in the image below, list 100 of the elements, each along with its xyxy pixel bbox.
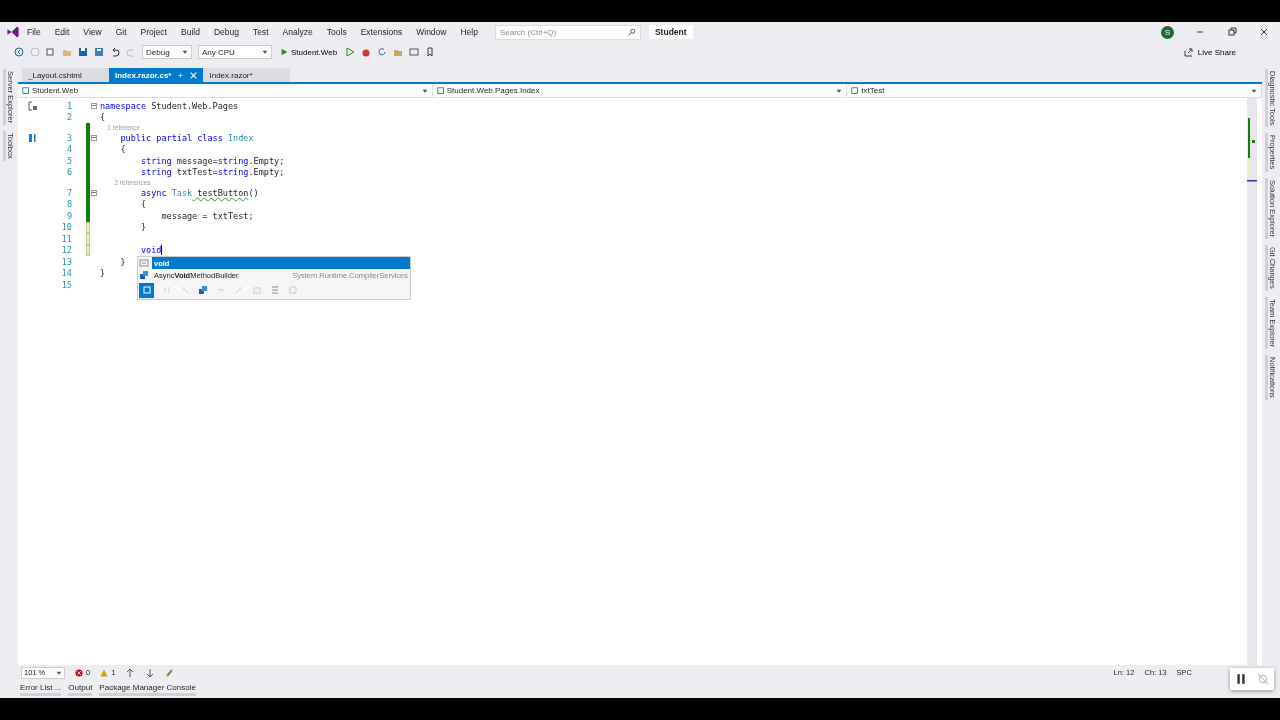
- live-share-button[interactable]: Live Share: [1177, 46, 1242, 58]
- document-tab[interactable]: _Layout.cshtml: [22, 68, 109, 82]
- caret-icon: [262, 49, 268, 55]
- line-number: 8: [65, 199, 72, 210]
- line-number: 10: [60, 222, 72, 233]
- code-line: public partial class Index: [119, 132, 254, 143]
- line-number: 13: [60, 256, 72, 267]
- caret-icon: [182, 49, 188, 55]
- document-tab[interactable]: Index.razor*: [203, 68, 291, 82]
- play-icon: [280, 48, 288, 56]
- code-line: async Task testButton(): [139, 187, 259, 198]
- line-number: 14: [60, 268, 72, 279]
- menu-item[interactable]: Project: [133, 27, 174, 37]
- line-number: 12: [60, 245, 72, 256]
- menu-item[interactable]: View: [76, 27, 109, 37]
- menu-item[interactable]: Help: [453, 27, 485, 37]
- caret-icon: [836, 87, 843, 94]
- search-icon: [627, 28, 636, 36]
- class-icon[interactable]: [198, 285, 208, 295]
- brush-icon[interactable]: [165, 667, 176, 678]
- vertical-scrollbar[interactable]: [1247, 98, 1257, 665]
- logo-icon: [6, 25, 20, 39]
- close-icon[interactable]: [1259, 27, 1269, 37]
- tool-window-tab[interactable]: Output: [68, 682, 93, 696]
- camera-off-icon[interactable]: [1257, 673, 1269, 685]
- navigation-dropdown[interactable]: Student.Web: [18, 84, 433, 97]
- code-line: }: [99, 268, 106, 279]
- menu-item[interactable]: Debug: [206, 27, 246, 37]
- save-all-icon[interactable]: [94, 47, 104, 57]
- line-number: 4: [65, 144, 72, 155]
- menu-item[interactable]: Window: [409, 27, 454, 37]
- scope-icon: [22, 86, 30, 95]
- code-line: {: [99, 112, 106, 123]
- line-number: 15: [60, 279, 72, 290]
- line-number: 3: [65, 132, 72, 143]
- refresh-icon[interactable]: [377, 47, 388, 57]
- fold-toggle[interactable]: [91, 102, 97, 109]
- arrow-down-icon[interactable]: [145, 667, 156, 678]
- platform-dropdown[interactable]: Any CPU: [198, 45, 272, 59]
- caret-icon: [1251, 87, 1257, 94]
- menu-item[interactable]: Analyze: [275, 27, 320, 37]
- code-line: {: [139, 199, 147, 210]
- fold-toggle[interactable]: [91, 189, 97, 196]
- code-line: }: [139, 222, 147, 233]
- scope-icon: [436, 86, 445, 95]
- code-line: string message=string.Empty;: [139, 155, 285, 166]
- back-icon[interactable]: [14, 47, 24, 57]
- code-line: {: [119, 144, 126, 155]
- restore-icon[interactable]: [1227, 27, 1237, 37]
- navigation-dropdown[interactable]: txtTest: [847, 84, 1262, 97]
- caret-icon: [421, 87, 428, 94]
- menu-item[interactable]: Build: [174, 27, 207, 37]
- menu-item[interactable]: Test: [245, 27, 276, 37]
- line-number: 7: [65, 187, 72, 198]
- line-number: 1: [65, 100, 72, 111]
- menu-item[interactable]: Git: [108, 27, 134, 37]
- members-icon: [28, 132, 38, 143]
- bookmark-icon[interactable]: [425, 47, 436, 57]
- new-project-icon[interactable]: [46, 47, 56, 57]
- error-icon: [75, 668, 83, 677]
- folder-icon[interactable]: [393, 47, 404, 57]
- navigation-dropdown[interactable]: Student.Web.Pages.Index: [432, 84, 848, 97]
- pause-icon[interactable]: [1235, 673, 1247, 685]
- line-number: 2: [65, 112, 72, 123]
- keyword-icon: [139, 258, 149, 268]
- scope-icon: [851, 86, 860, 95]
- code-line: }: [119, 256, 126, 267]
- share-icon: [1183, 47, 1194, 57]
- start-button[interactable]: Student.Web: [278, 47, 340, 57]
- scope-icon: [28, 100, 38, 111]
- document-tab[interactable]: Index.razor.cs*: [109, 68, 204, 82]
- change-markers-icon: [1247, 118, 1257, 182]
- solution-name: Student: [648, 25, 693, 39]
- menu-item[interactable]: Extensions: [353, 27, 410, 37]
- save-icon[interactable]: [78, 47, 88, 57]
- tool-window-tab[interactable]: Package Manager Console: [99, 682, 196, 696]
- undo-icon[interactable]: [110, 47, 120, 57]
- configuration-dropdown[interactable]: Debug: [142, 45, 192, 59]
- line-number: 6: [65, 167, 72, 178]
- menu-item[interactable]: Edit: [47, 27, 77, 37]
- code-line: string txtTest=string.Empty;: [139, 167, 285, 178]
- arrow-up-icon[interactable]: [125, 667, 136, 678]
- account-avatar[interactable]: S: [1161, 25, 1174, 39]
- code-line: namespace Student.Web.Pages: [99, 100, 239, 111]
- play-outline-icon[interactable]: [345, 47, 356, 57]
- line-number: 11: [60, 233, 72, 244]
- warning-icon: [100, 668, 109, 677]
- menu-item[interactable]: File: [20, 27, 48, 37]
- menu-item[interactable]: Tools: [319, 27, 354, 37]
- code-line: void: [139, 245, 163, 256]
- filter-icon[interactable]: [141, 285, 152, 295]
- line-number: 5: [65, 155, 72, 166]
- code-line: message = txtTest;: [160, 210, 254, 221]
- fold-toggle[interactable]: [91, 134, 97, 141]
- class-icon: [139, 270, 149, 280]
- tool-window-tab[interactable]: Error List ...: [20, 682, 62, 696]
- layout-icon[interactable]: [409, 47, 420, 57]
- search-field[interactable]: Search (Ctrl+Q): [494, 24, 641, 40]
- hot-reload-icon[interactable]: [361, 47, 372, 57]
- caret-icon: [56, 669, 62, 676]
